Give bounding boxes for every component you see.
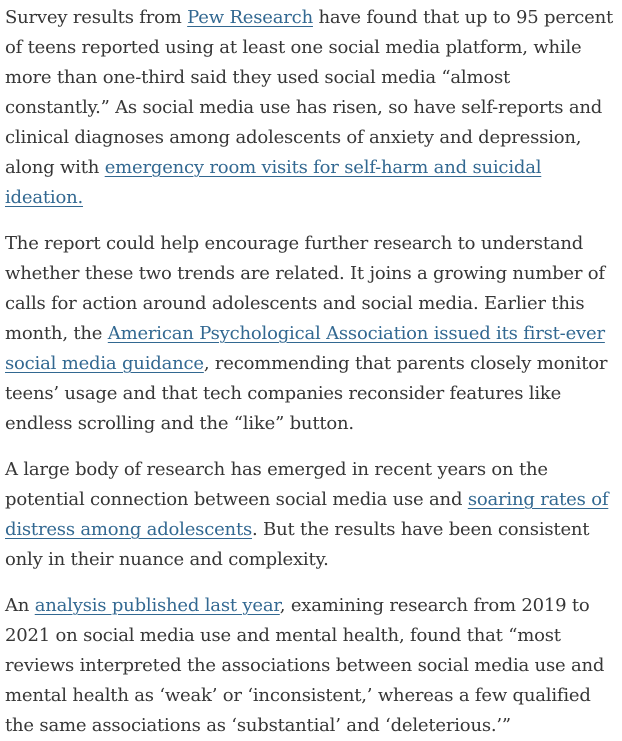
paragraph-1: Survey results from Pew Research have fo… bbox=[5, 3, 618, 213]
paragraph-text: Survey results from bbox=[5, 7, 188, 28]
paragraph-text: An bbox=[5, 595, 35, 616]
paragraph-3: A large body of research has emerged in … bbox=[5, 455, 618, 575]
paragraph-text: have found that up to 95 percent of teen… bbox=[5, 7, 613, 178]
analysis-link[interactable]: analysis published last year bbox=[35, 595, 280, 616]
article-body: Survey results from Pew Research have fo… bbox=[0, 0, 622, 741]
paragraph-text: A large body of research has emerged in … bbox=[5, 459, 548, 510]
paragraph-2: The report could help encourage further … bbox=[5, 229, 618, 439]
pew-research-link[interactable]: Pew Research bbox=[187, 7, 313, 28]
paragraph-text: , examining research from 2019 to 2021 o… bbox=[5, 595, 605, 736]
paragraph-4: An analysis published last year, examini… bbox=[5, 591, 618, 741]
